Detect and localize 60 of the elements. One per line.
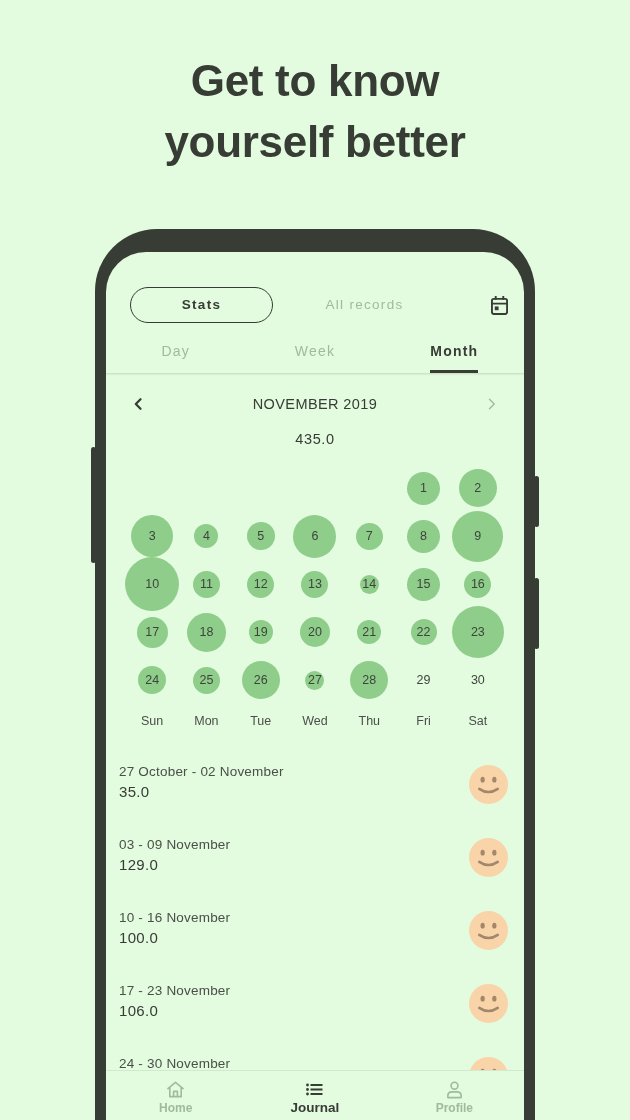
smiley-face-icon — [469, 765, 508, 804]
day-button[interactable]: 17 — [136, 616, 168, 648]
day-button[interactable]: 14 — [359, 574, 379, 594]
day-button[interactable]: 26 — [241, 661, 280, 699]
record-date-range: 27 October - 02 November — [119, 763, 284, 781]
nav-tab[interactable]: Journal — [245, 1071, 385, 1120]
day-button[interactable]: 10 — [125, 557, 180, 611]
day-button[interactable]: 15 — [407, 567, 441, 601]
day-button[interactable]: 27 — [305, 670, 325, 690]
home-icon — [166, 1079, 186, 1099]
list-icon — [306, 1082, 324, 1096]
calendar-icon[interactable] — [491, 295, 508, 315]
person-icon — [444, 1079, 464, 1099]
month-title: NOVEMBER 2019 — [252, 395, 378, 414]
tab[interactable]: Month — [384, 323, 524, 373]
record-value: 106.0 — [119, 1001, 159, 1021]
weekday-label: Wed — [302, 714, 328, 728]
day-button[interactable]: 21 — [357, 620, 382, 644]
day-button[interactable]: 6 — [293, 514, 337, 558]
day-button[interactable]: 11 — [192, 570, 220, 598]
record-date-range: 17 - 23 November — [119, 982, 231, 1000]
day-button[interactable]: 2 — [458, 469, 497, 507]
day-button[interactable]: 23 — [451, 606, 504, 658]
day-button[interactable]: 20 — [300, 617, 330, 647]
day-button[interactable]: 9 — [452, 510, 504, 562]
day-button[interactable]: 24 — [138, 666, 167, 694]
day-button[interactable]: 4 — [194, 524, 219, 548]
day-button[interactable]: 19 — [248, 620, 273, 644]
day-button[interactable]: 13 — [301, 570, 329, 598]
smiley-face-icon — [469, 984, 508, 1023]
weekday-label: Sun — [141, 714, 164, 728]
record-date-range: 03 - 09 November — [119, 836, 231, 854]
weekday-label: Tue — [250, 714, 272, 728]
weekday-label: Fri — [416, 714, 431, 728]
day-button[interactable]: 7 — [355, 522, 383, 550]
chevron-left-icon[interactable] — [134, 398, 142, 410]
month-total: 435.0 — [295, 431, 335, 447]
day-button[interactable]: 12 — [247, 570, 275, 598]
day-button[interactable]: 3 — [131, 515, 174, 557]
day-button[interactable]: 8 — [407, 519, 441, 553]
day-button[interactable]: 25 — [192, 666, 220, 694]
day-button[interactable]: 28 — [350, 661, 389, 699]
smiley-face-icon — [469, 911, 508, 950]
headline-text: Get to know yourself better — [163, 55, 467, 168]
day-button[interactable]: 22 — [410, 619, 437, 645]
record-value: 129.0 — [119, 855, 159, 875]
day-button[interactable]: 18 — [186, 612, 226, 652]
day-button[interactable]: 30 — [470, 673, 485, 687]
weekday-label: Thu — [358, 714, 381, 728]
smiley-face-icon — [469, 838, 508, 877]
record-value: 100.0 — [119, 928, 159, 948]
record-value: 35.0 — [119, 782, 150, 802]
day-button[interactable]: 16 — [464, 570, 492, 598]
record-date-range: 10 - 16 November — [119, 909, 231, 927]
day-button[interactable]: 5 — [246, 522, 275, 550]
weekday-label: Sat — [468, 714, 488, 728]
day-button[interactable]: 1 — [407, 471, 441, 505]
record-date-range: 24 - 30 November — [119, 1055, 231, 1070]
day-button[interactable]: 29 — [416, 673, 431, 687]
weekday-label: Mon — [194, 714, 219, 728]
